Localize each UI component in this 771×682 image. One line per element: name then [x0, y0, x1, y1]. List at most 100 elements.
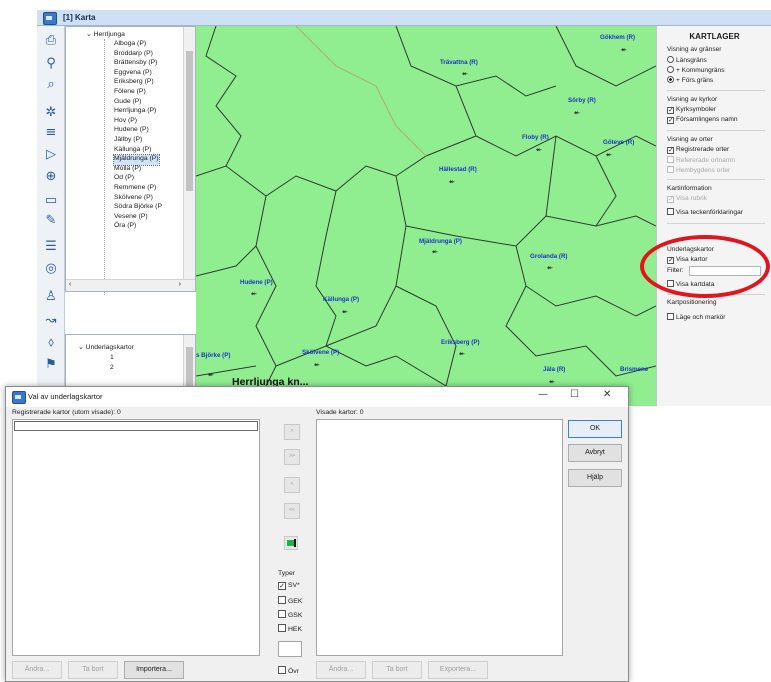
shown-maps-list[interactable] — [316, 419, 563, 656]
type-ovr-checkbox[interactable]: Övr — [278, 666, 299, 675]
tree-item[interactable]: Gude (P) — [114, 98, 142, 108]
church-marker-icon: ↞ — [547, 265, 553, 272]
tree-hscroll[interactable]: ‹ › — [66, 279, 195, 291]
scroll-left-icon[interactable]: ‹ — [69, 281, 71, 288]
tree-item[interactable]: Remmene (P) — [114, 184, 156, 194]
stack-icon[interactable]: ◎ — [42, 260, 60, 278]
tree-item[interactable]: Jällby (P) — [114, 136, 142, 146]
tree-item[interactable]: Molla (P) — [114, 165, 141, 175]
help-button[interactable]: Hjälp — [568, 469, 622, 487]
place-label[interactable]: Grolanda (R) — [530, 253, 567, 260]
checkbox-visa-rubrik[interactable]: ✓ Visa rubrik — [667, 195, 707, 203]
import-arrow-icon[interactable] — [284, 536, 298, 550]
ruler-icon[interactable]: ▭ — [42, 192, 60, 210]
route-icon[interactable]: ↝ — [42, 312, 60, 330]
tree-item[interactable]: Öra (P) — [114, 222, 136, 232]
tree-item[interactable]: Eggvena (P) — [114, 69, 152, 79]
place-label[interactable]: Brismene — [620, 366, 648, 373]
tree-item[interactable]: Herrljunga (P) — [114, 107, 156, 117]
move-left-button[interactable]: < — [284, 477, 300, 493]
edit-right-button[interactable]: Ändra... — [316, 661, 366, 679]
tree-item[interactable]: Mjäldrunga (P) — [113, 154, 160, 166]
parish-tree[interactable]: ⌄ Herrljunga Alboga (P) Broddarp (P) Brätt… — [65, 26, 196, 295]
move-all-left-button[interactable]: << — [284, 503, 300, 519]
person-icon[interactable]: ♙ — [42, 288, 60, 306]
tree-node-underlay[interactable]: ⌄ Underlagskartor — [78, 343, 134, 353]
import-button[interactable]: Importera... — [124, 661, 184, 679]
pointer-icon[interactable]: ▷ — [42, 146, 60, 164]
map-canvas[interactable]: Gökhem (R) ↞ Trävattna (R) ↞ Sörby (R) ↞… — [196, 26, 656, 406]
checkbox-lage-och-markor[interactable]: Läge och markör — [667, 313, 725, 321]
tree-node-parent[interactable]: ⌄ Herrljunga — [86, 30, 125, 40]
pin-icon[interactable]: ⚑ — [42, 356, 60, 374]
scroll-thumb[interactable] — [186, 51, 193, 191]
export-button[interactable]: Exportera... — [428, 661, 488, 679]
tree-item[interactable]: Broddarp (P) — [114, 50, 153, 60]
scroll-thumb[interactable] — [186, 347, 193, 387]
place-label[interactable]: Skölvene (P) — [302, 349, 339, 356]
place-label[interactable]: Mjäldrunga (P) — [419, 238, 462, 245]
place-label[interactable]: Göteve (R) — [603, 139, 634, 146]
zoom-person-icon[interactable]: ⚲ — [42, 55, 60, 73]
tree-item[interactable]: 1 — [110, 354, 114, 364]
pencil-icon[interactable]: ✎ — [42, 212, 60, 230]
checkbox-registrerade-orter[interactable]: ✓ Registrerade orter — [667, 146, 729, 154]
tree-vscroll[interactable] — [183, 27, 195, 281]
remove-right-button[interactable]: Ta bort — [372, 661, 422, 679]
print-icon[interactable]: ⎙ — [42, 32, 60, 50]
edit-left-button[interactable]: Ändra... — [12, 661, 62, 679]
tree-item[interactable]: Södra Björke (P — [114, 203, 162, 213]
tree-item[interactable]: Eriksberg (P) — [114, 78, 154, 88]
tree-item[interactable]: 2 — [110, 364, 114, 374]
place-label[interactable]: Hällestad (R) — [439, 166, 477, 173]
tree-item[interactable]: Hudene (P) — [114, 126, 149, 136]
radio-forsgrans[interactable]: + Förs.gräns — [667, 76, 713, 84]
close-icon[interactable]: ✕ — [603, 389, 611, 400]
checkbox-hembygdens-orter[interactable]: Hembygdens orter — [667, 166, 730, 174]
mapinfo-group-label: Kartinformation — [667, 185, 712, 192]
move-all-right-button[interactable]: >> — [284, 449, 300, 465]
list-icon[interactable]: ≡ — [42, 124, 60, 142]
checkbox-visa-teckenforklaringar[interactable]: Visa teckenförklaringar — [667, 208, 743, 216]
place-label[interactable]: Källunga (P) — [323, 296, 359, 303]
remove-left-button[interactable]: Ta bort — [68, 661, 118, 679]
layers-icon[interactable]: ☰ — [42, 238, 60, 256]
tree-item[interactable]: Fölene (P) — [114, 88, 146, 98]
place-label[interactable]: Trävattna (R) — [440, 59, 478, 66]
tree-item[interactable]: Alboga (P) — [114, 40, 146, 50]
place-label[interactable]: Jäla (R) — [543, 366, 565, 373]
cancel-button[interactable]: Avbryt — [568, 444, 622, 462]
place-label[interactable]: s Björke (P) — [196, 352, 230, 359]
type-hek-checkbox[interactable]: HEK — [278, 624, 302, 633]
scroll-right-icon[interactable]: › — [179, 281, 181, 288]
checkbox-refererade-ortnamn[interactable]: Refererade ortnamn — [667, 156, 735, 164]
radio-lansgrans[interactable]: Länsgräns — [667, 56, 707, 64]
checkbox-forsamlingens-namn[interactable]: ✓ Församlingens namn — [667, 116, 738, 124]
tree-item[interactable]: Källunga (P) — [114, 146, 151, 156]
place-label[interactable]: Gökhem (R) — [600, 34, 635, 41]
radio-kommungrans[interactable]: + Kommungräns — [667, 66, 725, 74]
type-sv-checkbox[interactable]: ✓ SV* — [278, 582, 300, 590]
search-icon[interactable]: ⌕ — [42, 76, 60, 94]
place-label[interactable]: Floby (R) — [522, 134, 549, 141]
zoom-icon[interactable]: ⊕ — [42, 168, 60, 186]
tree-item[interactable]: Brättensby (P) — [114, 59, 157, 69]
registered-maps-list[interactable] — [12, 419, 260, 656]
settings-icon[interactable]: ✲ — [42, 104, 60, 122]
type-filter-input[interactable] — [278, 641, 302, 657]
place-label[interactable]: Eriksberg (P) — [441, 339, 480, 346]
minimize-icon[interactable]: — — [538, 389, 548, 400]
place-label[interactable]: Hudene (P) — [240, 279, 273, 286]
type-gek-checkbox[interactable]: GEK — [278, 596, 302, 605]
tree-item[interactable]: Od (P) — [114, 174, 134, 184]
tree-item[interactable]: Hov (P) — [114, 117, 137, 127]
type-gsk-checkbox[interactable]: GSK — [278, 610, 302, 619]
place-label[interactable]: Sörby (R) — [568, 97, 596, 104]
shape-icon[interactable]: ⬨ — [42, 334, 60, 352]
maximize-icon[interactable]: ☐ — [570, 389, 579, 400]
checkbox-kyrksymboler[interactable]: ✓ Kyrksymboler — [667, 106, 716, 114]
tree-item[interactable]: Skölvene (P) — [114, 194, 153, 204]
tree-item[interactable]: Vesene (P) — [114, 213, 148, 223]
ok-button[interactable]: OK — [568, 420, 622, 438]
move-right-button[interactable]: > — [284, 424, 300, 440]
